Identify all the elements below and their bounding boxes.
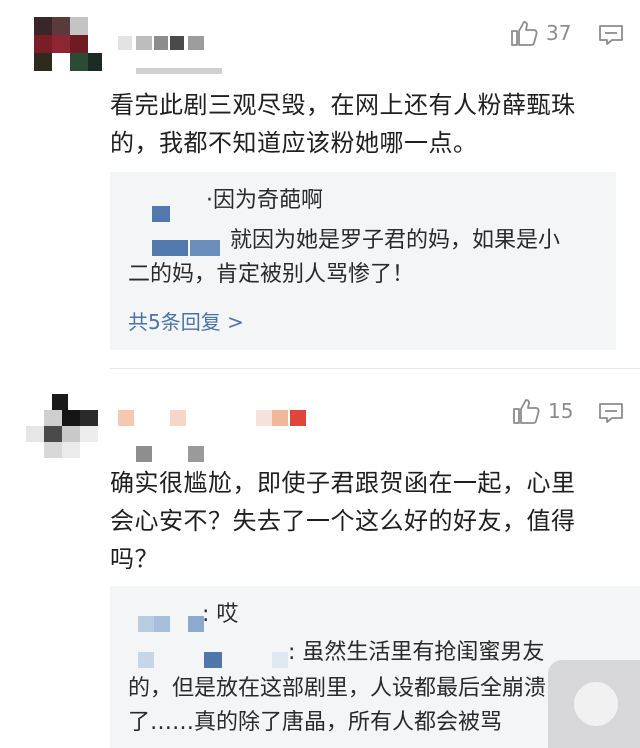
reply-author[interactable]: : 哎	[202, 598, 238, 632]
avatar[interactable]	[34, 17, 102, 79]
more-replies-link[interactable]: 共5条回复 >	[128, 306, 244, 335]
reply-text: : 虽然生活里有抢闺蜜男友	[288, 640, 545, 665]
like-count: 37	[546, 21, 572, 45]
comment-text: 看完此剧三观尽毁，在网上还有人粉薛甄珠 的，我都不知道应该粉她哪一点。	[110, 86, 576, 162]
like-button[interactable]: 37	[510, 20, 571, 46]
reply-author[interactable]: ·因为奇葩啊	[206, 184, 323, 218]
reply-text: 就因为她是罗子君的妈，如果是小	[230, 228, 561, 253]
like-button[interactable]: 15	[512, 398, 573, 424]
floating-assistive-button[interactable]	[548, 660, 640, 748]
comment-line: 的，我都不知道应该粉她哪一点。	[110, 129, 478, 157]
avatar[interactable]	[26, 394, 102, 462]
thumb-up-icon	[511, 21, 538, 46]
reply-text-fragment: 的妈，肯定被别人骂惨了！	[150, 262, 415, 287]
comment-line: 确实很尴尬，即使子君跟贺函在一起，心里	[110, 469, 576, 497]
comment-text: 确实很尴尬，即使子君跟贺函在一起，心里 会心安不？失去了一个这么好的好友，值得 …	[110, 464, 576, 578]
reply-icon[interactable]	[598, 402, 624, 424]
reply-text: 二的妈，肯定被别人骂惨了！	[128, 258, 414, 292]
reply-text: 的，但是放在这部剧里，人设都最后全崩溃	[128, 676, 547, 701]
divider	[110, 368, 640, 369]
thumb-up-icon	[513, 399, 540, 424]
like-count: 15	[548, 399, 574, 423]
comment-line: 吗？	[110, 545, 159, 573]
reply-box: ·因为奇葩啊 就因为她是罗子君的妈，如果是小 二的妈，肯定被别人骂惨了！ 共5条…	[110, 172, 616, 350]
reply-text-fragment: 二	[128, 262, 151, 287]
reply-text: 了……真的除了唐晶，所有人都会被骂	[128, 710, 503, 735]
comment-line: 会心安不？失去了一个这么好的好友，值得	[110, 507, 576, 535]
reply-icon[interactable]	[598, 24, 624, 46]
comment-line: 看完此剧三观尽毁，在网上还有人粉薛甄珠	[110, 91, 576, 119]
